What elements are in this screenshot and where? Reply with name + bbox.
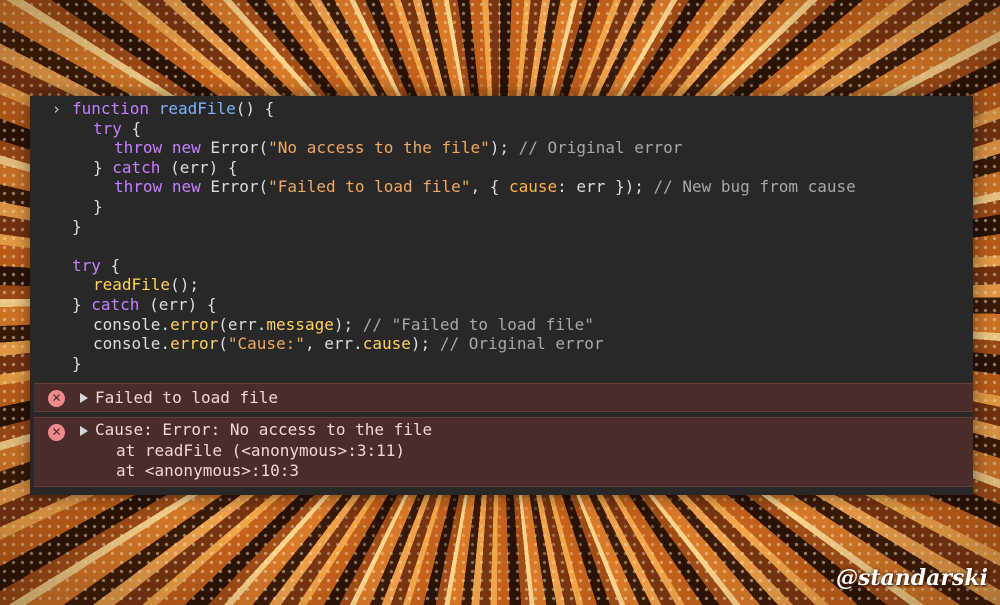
code-token: (err.	[218, 314, 267, 334]
code-token: error	[170, 334, 219, 354]
code-token: throw	[114, 177, 163, 197]
code-token: "Failed to load file"	[268, 177, 471, 197]
code-line: readFile();	[93, 275, 199, 295]
code-line: }	[72, 217, 82, 237]
code-line: try {	[72, 256, 120, 276]
code-token: function	[72, 99, 150, 118]
code-token: readFile	[158, 99, 236, 118]
code-token: () {	[235, 99, 275, 118]
console-error-row[interactable]: ✕ Cause: Error: No access to the file at…	[34, 417, 973, 487]
error-message: Failed to load file	[95, 388, 279, 407]
code-token: // Original error	[439, 334, 604, 354]
code-line: }	[93, 197, 103, 217]
code-token: );	[489, 138, 519, 158]
code-token: "No access to the file"	[268, 138, 490, 158]
console-input-code[interactable]: › function readFile() {try {throw new Er…	[30, 96, 973, 382]
code-line: console.error(err.message); // "Failed t…	[93, 315, 594, 335]
code-token: "Cause:"	[227, 334, 305, 354]
code-line: function readFile() {	[72, 99, 274, 119]
code-token: console.	[93, 334, 171, 354]
expand-triangle-icon[interactable]	[80, 426, 88, 436]
code-token: catch	[91, 295, 140, 314]
code-token: );	[410, 334, 440, 354]
code-token: catch	[112, 157, 161, 177]
code-token: }	[93, 197, 103, 216]
code-token: }	[72, 216, 82, 236]
code-token: console.	[93, 314, 171, 334]
error-icon: ✕	[48, 390, 65, 407]
code-line: } catch (err) {	[93, 158, 238, 178]
code-token: ();	[170, 275, 199, 295]
console-error-row[interactable]: ✕ Failed to load file	[34, 383, 973, 412]
code-token: cause	[362, 334, 411, 354]
code-token: }	[72, 295, 92, 314]
code-token: try	[93, 118, 122, 138]
code-token: // New bug from cause	[653, 177, 856, 197]
code-token: {	[100, 255, 121, 275]
stack-trace-line[interactable]: at readFile (<anonymous>:3:11)	[116, 441, 405, 461]
prompt-chevron-icon: ›	[52, 100, 62, 118]
code-token: throw	[114, 138, 163, 158]
stack-trace-line[interactable]: at <anonymous>:10:3	[116, 461, 299, 481]
code-token: // Original error	[518, 138, 683, 158]
code-line: throw new Error("Failed to load file", {…	[114, 177, 856, 197]
code-token: message	[266, 314, 334, 334]
code-token: , err.	[304, 334, 363, 354]
code-token: new	[171, 177, 201, 197]
code-token: Error(	[200, 177, 269, 197]
code-token: : err });	[557, 177, 654, 197]
error-icon: ✕	[48, 424, 65, 441]
code-token: (err) {	[139, 295, 217, 314]
code-token: error	[170, 314, 219, 334]
code-token: , {	[470, 177, 509, 197]
code-token: );	[333, 314, 363, 334]
watermark: @standarski	[835, 565, 988, 591]
code-token: new	[171, 138, 201, 158]
code-token: // "Failed to load file"	[362, 314, 594, 334]
code-token: readFile	[93, 275, 171, 295]
code-token: Error(	[200, 138, 269, 158]
code-line: try {	[93, 119, 141, 139]
code-token: }	[93, 157, 113, 177]
code-token: (	[218, 334, 228, 354]
code-line: throw new Error("No access to the file")…	[114, 138, 682, 158]
code-token: {	[121, 118, 142, 138]
code-token: }	[72, 353, 82, 373]
code-token: try	[72, 255, 101, 275]
code-line: } catch (err) {	[72, 295, 217, 315]
error-message: Cause: Error: No access to the file	[95, 420, 433, 439]
code-line: console.error("Cause:", err.cause); // O…	[93, 334, 604, 354]
expand-triangle-icon[interactable]	[80, 393, 88, 403]
code-token: (err) {	[160, 157, 238, 177]
code-token: cause	[508, 177, 558, 197]
devtools-console: › function readFile() {try {throw new Er…	[30, 96, 973, 495]
code-line: }	[72, 354, 82, 374]
